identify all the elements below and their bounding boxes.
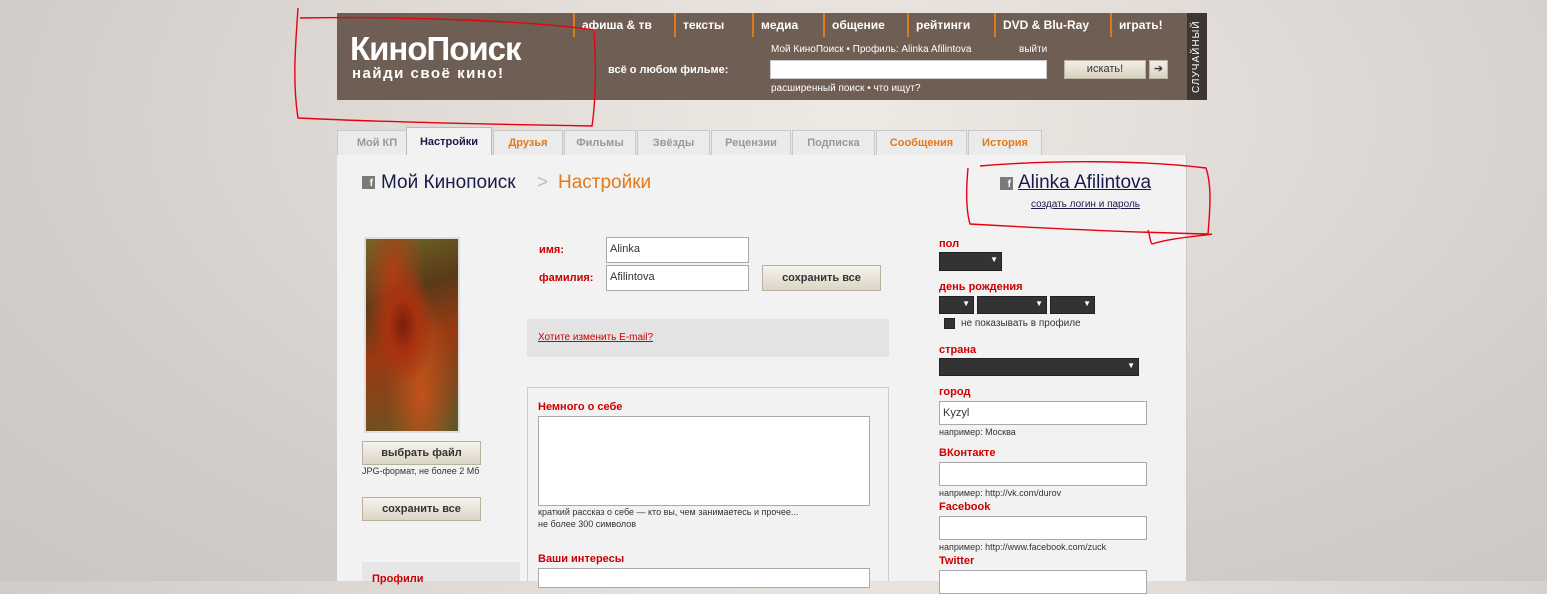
city-field[interactable]: Kyzyl: [939, 401, 1147, 425]
vk-field[interactable]: [939, 462, 1147, 486]
tab-films[interactable]: Фильмы: [564, 130, 636, 155]
advanced-search-link[interactable]: расширенный поиск • что ищут?: [771, 83, 921, 94]
profile-line[interactable]: Мой КиноПоиск • Профиль: Alinka Afilinto…: [771, 44, 971, 55]
name-field[interactable]: Alinka: [606, 237, 749, 263]
logo-tagline: найди своё кино!: [352, 65, 505, 82]
city-hint: например: Москва: [939, 427, 1016, 437]
about-limit: не более 300 символов: [538, 519, 637, 529]
nav-ratings[interactable]: рейтинги: [907, 13, 970, 37]
breadcrumb-home[interactable]: Мой Кинопоиск: [381, 172, 516, 194]
birthday-label: день рождения: [939, 281, 1023, 293]
random-label: СЛУЧАЙНЫЙ: [1191, 20, 1202, 93]
surname-field[interactable]: Afilintova: [606, 265, 749, 291]
tab-reviews[interactable]: Рецензии: [711, 130, 791, 155]
search-label: всё о любом фильме:: [608, 64, 729, 76]
country-label: страна: [939, 344, 977, 356]
about-textarea[interactable]: [538, 416, 870, 506]
logo[interactable]: КиноПоиск: [350, 30, 522, 68]
save-all-button[interactable]: сохранить все: [762, 265, 881, 291]
nav-texts[interactable]: тексты: [674, 13, 724, 37]
city-label: город: [939, 386, 971, 398]
birthday-year-select[interactable]: [1050, 296, 1095, 314]
tab-my-kp[interactable]: Мой КП: [337, 130, 417, 155]
tab-history[interactable]: История: [968, 130, 1042, 155]
facebook-hint: например: http://www.facebook.com/zuck: [939, 542, 1107, 552]
facebook-field[interactable]: [939, 516, 1147, 540]
about-label: Немного о себе: [538, 401, 623, 413]
nav-dvd[interactable]: DVD & Blu-Ray: [994, 13, 1089, 37]
avatar: [364, 237, 460, 433]
nav-media[interactable]: медиа: [752, 13, 798, 37]
tab-stars[interactable]: Звёзды: [637, 130, 710, 155]
birthday-day-select[interactable]: [939, 296, 974, 314]
random-film-button[interactable]: СЛУЧАЙНЫЙ: [1187, 13, 1207, 100]
page-title: Настройки: [558, 172, 652, 193]
hide-birthday-label: не показывать в профиле: [961, 318, 1081, 329]
tab-friends[interactable]: Друзья: [493, 130, 563, 155]
sex-label: пол: [939, 238, 960, 250]
hide-birthday-checkbox[interactable]: [944, 318, 955, 329]
sex-select[interactable]: [939, 252, 1002, 271]
twitter-field[interactable]: [939, 570, 1147, 594]
create-login-link[interactable]: создать логин и пароль: [1031, 199, 1140, 210]
interests-label: Ваши интересы: [538, 553, 625, 565]
vk-label: ВКонтакте: [939, 447, 996, 459]
logout-link[interactable]: выйти: [1019, 44, 1047, 55]
name-label: имя:: [539, 244, 564, 256]
search-button[interactable]: искать!: [1064, 60, 1146, 79]
about-hint: краткий рассказ о себе — кто вы, чем зан…: [538, 507, 799, 517]
tab-settings[interactable]: Настройки: [406, 127, 492, 156]
facebook-icon: f: [1000, 177, 1013, 190]
nav-games[interactable]: играть!: [1110, 13, 1163, 37]
change-email-link[interactable]: Хотите изменить E-mail?: [538, 332, 653, 343]
tab-messages[interactable]: Сообщения: [876, 130, 967, 155]
facebook-icon: f: [362, 176, 375, 189]
interests-textarea[interactable]: [538, 568, 870, 588]
tab-subscription[interactable]: Подписка: [792, 130, 875, 155]
vk-hint: например: http://vk.com/durov: [939, 488, 1062, 498]
choose-file-button[interactable]: выбрать файл: [362, 441, 481, 465]
file-format-note: JPG-формат, не более 2 Мб: [362, 466, 480, 476]
nav-community[interactable]: общение: [823, 13, 885, 37]
breadcrumb-separator: >: [537, 172, 549, 193]
facebook-label: Facebook: [939, 501, 991, 513]
surname-label: фамилия:: [539, 272, 594, 284]
country-select[interactable]: [939, 358, 1139, 376]
twitter-label: Twitter: [939, 555, 975, 567]
save-all-button[interactable]: сохранить все: [362, 497, 481, 521]
birthday-month-select[interactable]: [977, 296, 1047, 314]
profiles-label: Профили: [372, 573, 424, 585]
arrow-right-icon[interactable]: ➔: [1149, 60, 1168, 79]
user-name-link[interactable]: Alinka Afilintova: [1018, 172, 1151, 194]
search-input[interactable]: [770, 60, 1047, 79]
nav-afisha[interactable]: афиша & тв: [573, 13, 652, 37]
